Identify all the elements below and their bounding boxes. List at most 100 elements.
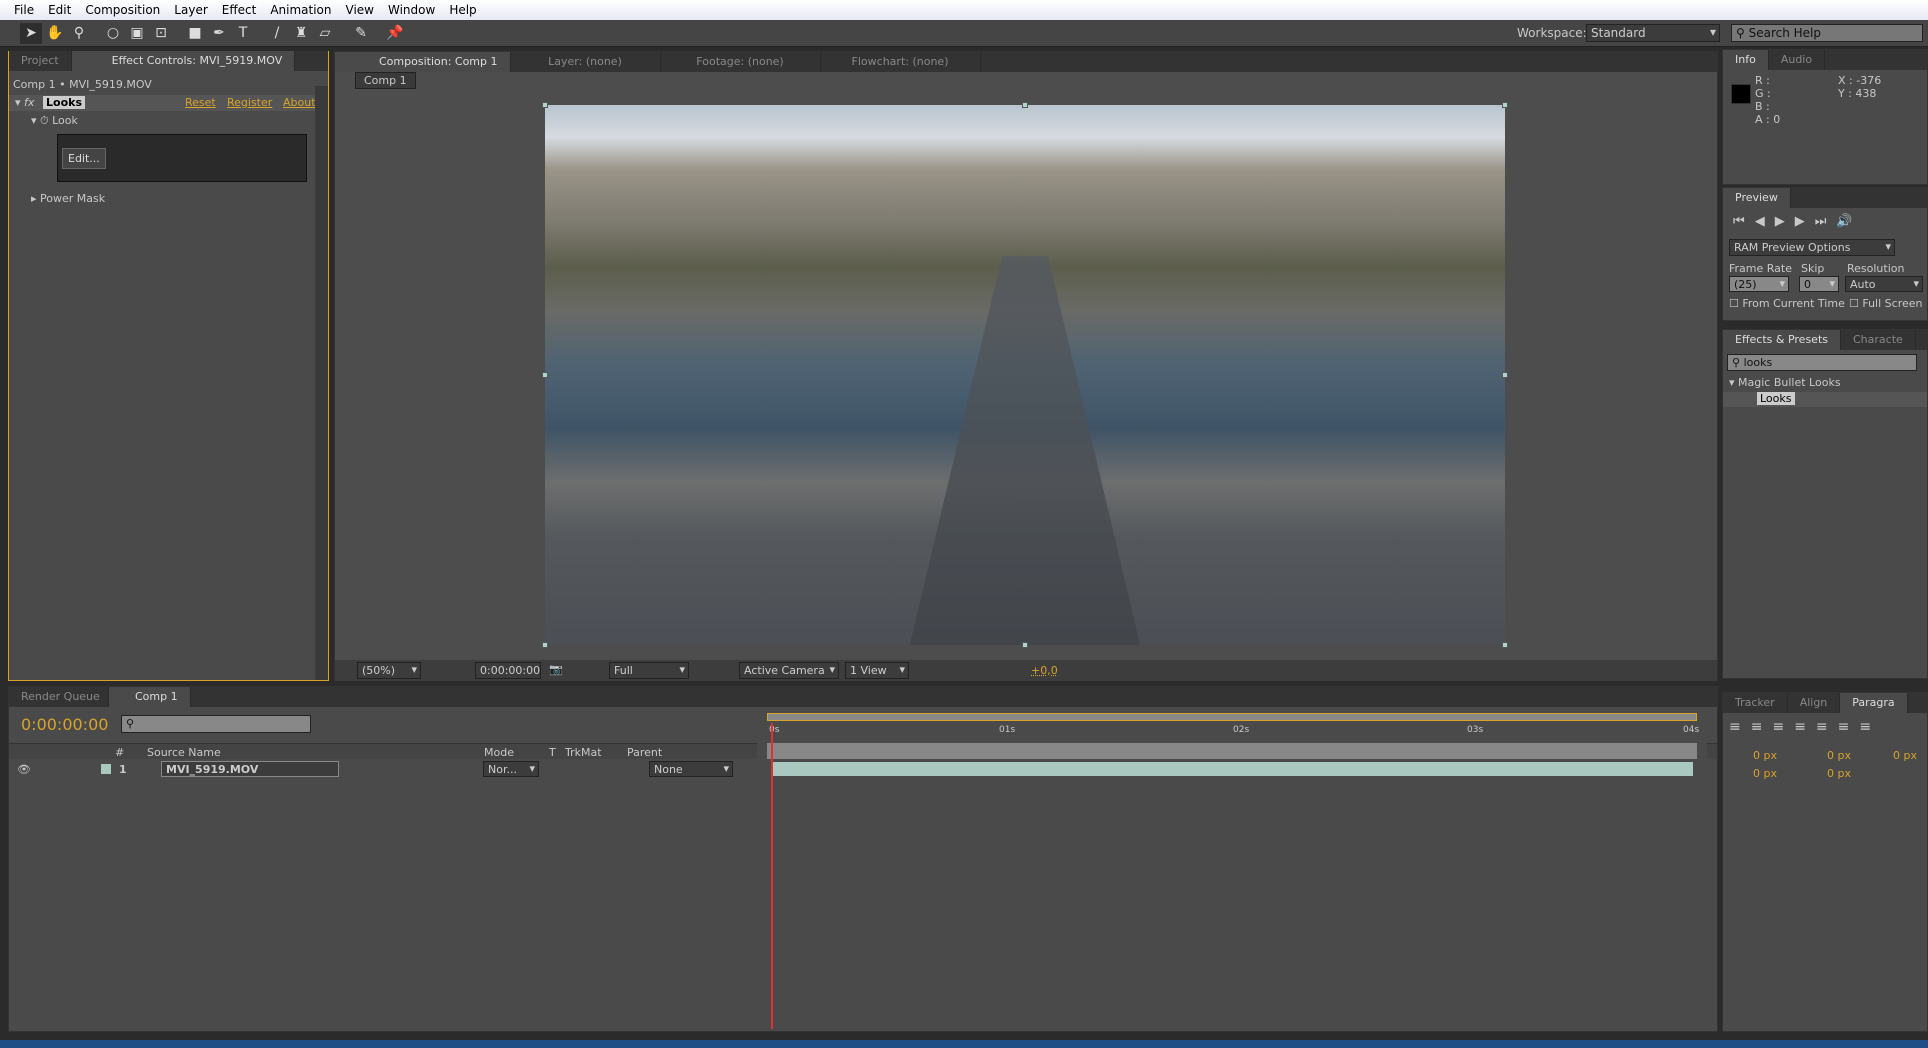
effect-row-looks[interactable]: ▾ fx Looks Reset Register About xyxy=(9,95,328,111)
selection-tool-icon[interactable]: ➤ xyxy=(20,23,42,44)
menu-window[interactable]: Window xyxy=(388,3,435,17)
camera-dropdown[interactable]: Active Camera xyxy=(739,662,839,679)
effect-item-looks[interactable]: Looks xyxy=(1723,392,1927,407)
tab-paragraph[interactable]: Paragra xyxy=(1840,693,1908,713)
tab-comp-1[interactable]: Comp 1 xyxy=(109,687,191,707)
look-label: Look xyxy=(52,114,78,127)
indent-first-value[interactable]: 0 px xyxy=(1827,749,1851,762)
puppet-pin-tool-icon[interactable]: 📌 xyxy=(384,23,406,44)
indent-right-value[interactable]: 0 px xyxy=(1753,767,1777,780)
timeline-graph[interactable]: 0s 01s 02s 03s 04s xyxy=(757,709,1707,1031)
edit-button[interactable]: Edit... xyxy=(62,148,106,169)
views-dropdown[interactable]: 1 View xyxy=(845,662,909,679)
playhead[interactable] xyxy=(771,723,773,1029)
menu-layer[interactable]: Layer xyxy=(174,3,207,17)
menu-effect[interactable]: Effect xyxy=(222,3,257,17)
work-area-bar[interactable] xyxy=(767,713,1697,721)
magnification-dropdown[interactable]: (50%) xyxy=(357,662,421,679)
menu-view[interactable]: View xyxy=(346,3,374,17)
menu-help[interactable]: Help xyxy=(449,3,476,17)
about-link[interactable]: About xyxy=(283,96,316,109)
tab-flowchart[interactable]: Flowchart: (none) xyxy=(821,52,981,72)
tab-info[interactable]: Info xyxy=(1723,50,1769,70)
tab-preview[interactable]: Preview xyxy=(1723,188,1791,208)
composition-viewer-footage[interactable] xyxy=(545,105,1505,645)
tab-effects-presets[interactable]: Effects & Presets xyxy=(1723,330,1841,350)
layer-handle[interactable] xyxy=(1502,102,1508,108)
zoom-tool-icon[interactable]: ⚲ xyxy=(68,23,90,44)
layer-handle[interactable] xyxy=(542,102,548,108)
rectangle-tool-icon[interactable]: ■ xyxy=(184,23,206,44)
ram-preview-options-dropdown[interactable]: RAM Preview Options xyxy=(1729,239,1895,256)
hand-tool-icon[interactable]: ✋ xyxy=(44,23,66,44)
layer-handle[interactable] xyxy=(1502,372,1508,378)
look-property[interactable]: ▾ ⏱ Look xyxy=(31,114,78,128)
tab-align[interactable]: Align xyxy=(1788,693,1841,713)
camera-tool-icon[interactable]: ▣ xyxy=(126,23,148,44)
layer-handle[interactable] xyxy=(1022,102,1028,108)
layer-handle[interactable] xyxy=(542,642,548,648)
tab-layer[interactable]: Layer: (none) xyxy=(511,52,661,72)
timeline-current-time[interactable]: 0:00:00:00 xyxy=(21,715,108,734)
layer-handle[interactable] xyxy=(1502,642,1508,648)
tab-effect-controls[interactable]: Effect Controls: MVI_5919.MOV xyxy=(71,51,296,71)
roto-brush-tool-icon[interactable]: ✎ xyxy=(350,23,372,44)
menu-edit[interactable]: Edit xyxy=(48,3,71,17)
tab-audio[interactable]: Audio xyxy=(1769,50,1826,70)
visibility-icon[interactable]: 👁 xyxy=(17,763,31,776)
resolution-dropdown[interactable]: Full xyxy=(609,662,689,679)
menu-composition[interactable]: Composition xyxy=(85,3,160,17)
label-color[interactable] xyxy=(101,764,111,774)
power-mask-property[interactable]: ▸ Power Mask xyxy=(31,192,105,205)
exposure-value[interactable]: +0,0 xyxy=(1031,664,1058,677)
full-screen-checkbox[interactable]: ☐ Full Screen xyxy=(1849,297,1922,310)
brush-tool-icon[interactable]: / xyxy=(266,23,288,44)
tab-footage[interactable]: Footage: (none) xyxy=(661,52,821,72)
pen-tool-icon[interactable]: ✒ xyxy=(208,23,230,44)
layer-handle[interactable] xyxy=(542,372,548,378)
snapshot-icon[interactable]: 📷 xyxy=(549,663,563,676)
rotate-tool-icon[interactable]: ○ xyxy=(102,23,124,44)
timeline-tabs: Render Queue Comp 1 xyxy=(9,687,1717,707)
effects-search-input[interactable]: ⚲ looks xyxy=(1727,354,1917,371)
eraser-tool-icon[interactable]: ▱ xyxy=(314,23,336,44)
alignment-buttons[interactable]: ≡≡≡≡≡≡≡ xyxy=(1729,719,1881,735)
menu-file[interactable]: File xyxy=(14,3,34,17)
type-tool-icon[interactable]: T xyxy=(232,23,254,44)
search-help-input[interactable]: ⚲ Search Help xyxy=(1731,24,1923,42)
layer-duration-bar[interactable] xyxy=(771,762,1693,776)
menu-animation[interactable]: Animation xyxy=(270,3,331,17)
current-time-field[interactable]: 0:00:00:00 xyxy=(475,662,541,679)
space-before-value[interactable]: 0 px xyxy=(1893,749,1917,762)
tab-project[interactable]: Project xyxy=(9,51,72,71)
workspace-dropdown[interactable]: Standard xyxy=(1586,24,1720,42)
comp-chip[interactable]: Comp 1 xyxy=(355,72,416,89)
layer-handle[interactable] xyxy=(1022,642,1028,648)
pan-behind-tool-icon[interactable]: ⊡ xyxy=(150,23,172,44)
frame-rate-dropdown[interactable]: (25) xyxy=(1729,276,1789,292)
tab-tracker[interactable]: Tracker xyxy=(1723,693,1788,713)
scrollbar[interactable] xyxy=(315,86,328,680)
indent-left-value[interactable]: 0 px xyxy=(1753,749,1777,762)
col-source-name[interactable]: Source Name xyxy=(147,746,221,759)
skip-dropdown[interactable]: 0 xyxy=(1799,276,1839,292)
register-link[interactable]: Register xyxy=(227,96,272,109)
resolution-dropdown[interactable]: Auto xyxy=(1845,276,1923,292)
mode-dropdown[interactable]: Nor... xyxy=(483,761,539,777)
space-after-value[interactable]: 0 px xyxy=(1827,767,1851,780)
skip-label: Skip xyxy=(1801,262,1825,275)
clone-stamp-tool-icon[interactable]: ♜ xyxy=(290,23,312,44)
layer-name[interactable]: MVI_5919.MOV xyxy=(161,761,339,777)
table-row[interactable]: 👁 1 MVI_5919.MOV Nor... None xyxy=(9,761,757,778)
parent-dropdown[interactable]: None xyxy=(649,761,733,777)
playback-controls[interactable]: ⏮◀▶▶⏭🔊 xyxy=(1733,214,1863,229)
category-magic-bullet-looks[interactable]: ▾ Magic Bullet Looks xyxy=(1729,376,1841,389)
tab-render-queue[interactable]: Render Queue xyxy=(9,687,109,707)
from-current-time-checkbox[interactable]: ☐ From Current Time xyxy=(1729,297,1845,310)
col-trkmat: TrkMat xyxy=(565,746,602,759)
reset-link[interactable]: Reset xyxy=(185,96,216,109)
timeline-search-input[interactable]: ⚲ xyxy=(121,715,311,733)
tab-composition[interactable]: Composition: Comp 1 xyxy=(335,52,511,72)
effect-item-label: Looks xyxy=(1757,392,1795,405)
tab-character[interactable]: Characte xyxy=(1841,330,1916,350)
